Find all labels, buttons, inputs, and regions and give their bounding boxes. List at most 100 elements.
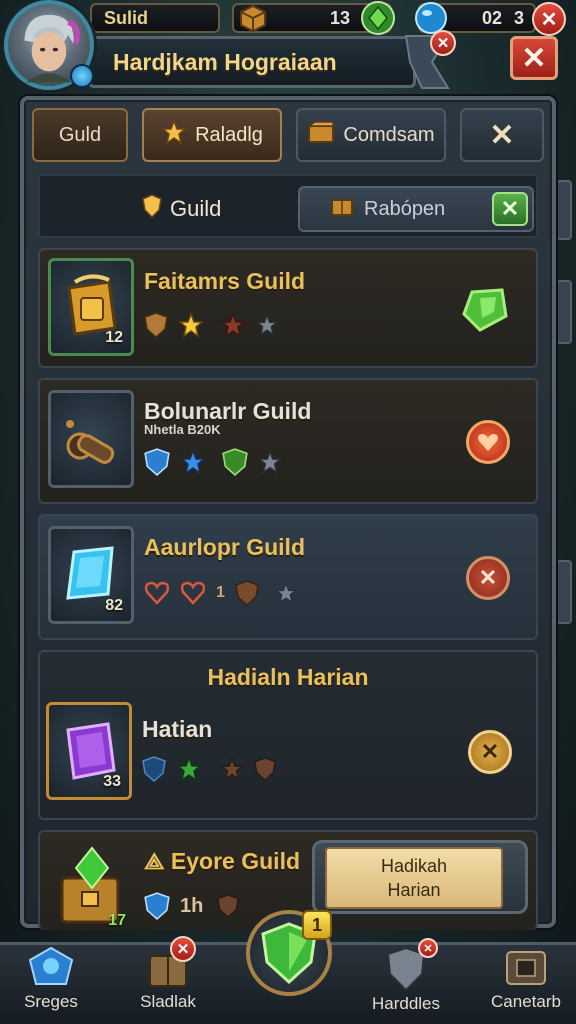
nav-alert-icon: ✕: [170, 936, 196, 962]
guild-name: Bolunarlr Guild: [144, 398, 312, 424]
guild-level: 12: [105, 329, 123, 346]
featured-item[interactable]: 33 Hatian ✕: [38, 700, 538, 818]
red-star-icon: [220, 312, 246, 338]
guild-subtitle: Nhetla B20K: [144, 422, 221, 437]
crate-icon: [238, 3, 268, 38]
tab-close-button[interactable]: ✕: [460, 108, 544, 162]
bronze-shield-icon: [235, 580, 259, 606]
section-title: Hadialn Harian: [207, 664, 369, 690]
nav-label: Harddles: [371, 994, 441, 1013]
resource3-value: 02: [481, 7, 502, 28]
avatar-level-badge: [70, 64, 94, 88]
star-icon: [161, 118, 188, 151]
chest-gem-icon: 17: [52, 842, 132, 932]
blue-shield-icon: [144, 892, 170, 920]
guild-card[interactable]: 82 Aaurlopr Guild 1 ✕: [38, 514, 538, 640]
nav-item-handles[interactable]: Harddles: [366, 946, 446, 1014]
cannon-icon: [48, 390, 134, 488]
close-icon: ✕: [480, 739, 500, 764]
green-shield-icon: [222, 448, 248, 476]
nav-item-shield[interactable]: Sladlak: [128, 946, 208, 1012]
tab-guild[interactable]: Guld: [32, 108, 128, 162]
blue-crystal-icon: [28, 946, 74, 985]
gray-star-icon: [256, 314, 278, 336]
guild-crest-icon: 12: [48, 258, 134, 356]
nav-item-stages[interactable]: Sreges: [16, 946, 86, 1012]
guild-badges: 1: [144, 580, 297, 606]
title-notification-icon[interactable]: ✕: [430, 30, 456, 56]
decline-button[interactable]: ✕: [466, 556, 510, 600]
crate-icon: [330, 195, 354, 223]
side-tab-right-1[interactable]: [556, 280, 572, 344]
close-window-button[interactable]: ✕: [510, 36, 558, 80]
guild-badges: 1h: [144, 892, 240, 920]
tab-command-label: Comdsam: [343, 123, 435, 146]
guild-level: 82: [105, 597, 123, 614]
subtab-guild[interactable]: Guild: [142, 194, 221, 224]
scroll-paper: Hadikah Harian: [325, 847, 503, 909]
close-icon: ✕: [489, 118, 515, 152]
tab-command[interactable]: Comdsam: [296, 108, 446, 162]
resource3b-value: 3: [513, 7, 524, 28]
nav-item-calendar[interactable]: Canetarb: [486, 946, 566, 1012]
item-level: 33: [103, 773, 121, 790]
page-title-text: Hardjkam Hograiaan: [113, 48, 337, 75]
guild-name-suffix: Guild: [241, 848, 301, 874]
apply-button[interactable]: [466, 420, 510, 464]
scroll-action-button[interactable]: Hadikah Harian: [312, 840, 528, 914]
frame-icon: [506, 951, 546, 985]
subtab-guild-label: Guild: [170, 196, 222, 221]
guild-card[interactable]: 12 Faitamrs Guild: [38, 248, 538, 368]
bronze-shield-icon: [144, 312, 168, 338]
guild-badges: [144, 448, 282, 476]
confirm-x-button[interactable]: ✕: [492, 192, 528, 226]
heart-outline-icon: [144, 581, 170, 605]
tab-ranking-label: Raladlg: [195, 123, 263, 146]
nav-label: Sladlak: [140, 992, 196, 1011]
scroll-line-1: Hadikah: [380, 855, 448, 876]
resource-pill-1[interactable]: Sulid: [90, 3, 220, 33]
green-star-icon: [176, 756, 202, 782]
top-close-icon[interactable]: ✕: [532, 2, 566, 36]
gray-star-icon: [258, 450, 282, 474]
guild-name: ⟁ Eyore Guild: [144, 848, 301, 874]
item-action-button[interactable]: ✕: [468, 730, 512, 774]
guild-badge-count: 1: [216, 584, 225, 601]
gold-star-icon: [178, 312, 204, 338]
blue-shield-icon: [142, 756, 166, 782]
green-gem-icon[interactable]: [360, 0, 396, 41]
guild-badges: [144, 312, 278, 338]
join-gem-button[interactable]: [458, 284, 510, 341]
tab-ranking[interactable]: Raladlg: [142, 108, 282, 162]
tab-guild-label: Guld: [58, 123, 102, 146]
guild-name-prefix: Eyore: [170, 848, 235, 874]
crate-icon: [306, 120, 335, 150]
heart-icon: [478, 434, 498, 451]
nav-label: Canetarb: [491, 992, 561, 1011]
nav-label: Sreges: [24, 992, 78, 1011]
page-title: Hardjkam Hograiaan: [88, 36, 416, 88]
blue-star-icon: [180, 449, 206, 475]
shield-icon: [142, 194, 162, 224]
purple-crest-icon: 33: [46, 702, 132, 800]
center-notification-badge: 1: [302, 910, 332, 940]
subtab-recruit[interactable]: Rabópen ✕: [298, 186, 534, 232]
side-scroll-handle-right[interactable]: [556, 180, 572, 240]
resource2-value: 13: [329, 7, 350, 28]
item-badges: [142, 756, 276, 782]
guild-card[interactable]: Bolunarlr Guild Nhetla B20K: [38, 378, 538, 504]
heart-outline-icon: [180, 581, 206, 605]
crystal-icon: 82: [48, 526, 134, 624]
resource1-label: Sulid: [104, 7, 148, 28]
scroll-line-2: Harian: [387, 880, 441, 900]
side-tab-right-2[interactable]: [556, 560, 572, 624]
guild-name: Aaurlopr Guild: [144, 534, 305, 560]
blue-shield-icon: [144, 448, 170, 476]
resource-pill-3[interactable]: 02 3: [415, 2, 536, 34]
bronze-shield-icon: [254, 757, 276, 781]
guild-name: Faitamrs Guild: [144, 268, 306, 294]
subtab-recruit-label: Rabópen: [364, 197, 446, 220]
guild-badge-text: 1h: [180, 894, 204, 917]
item-name: Hatian: [142, 716, 213, 742]
gray-star-icon: [274, 582, 297, 604]
